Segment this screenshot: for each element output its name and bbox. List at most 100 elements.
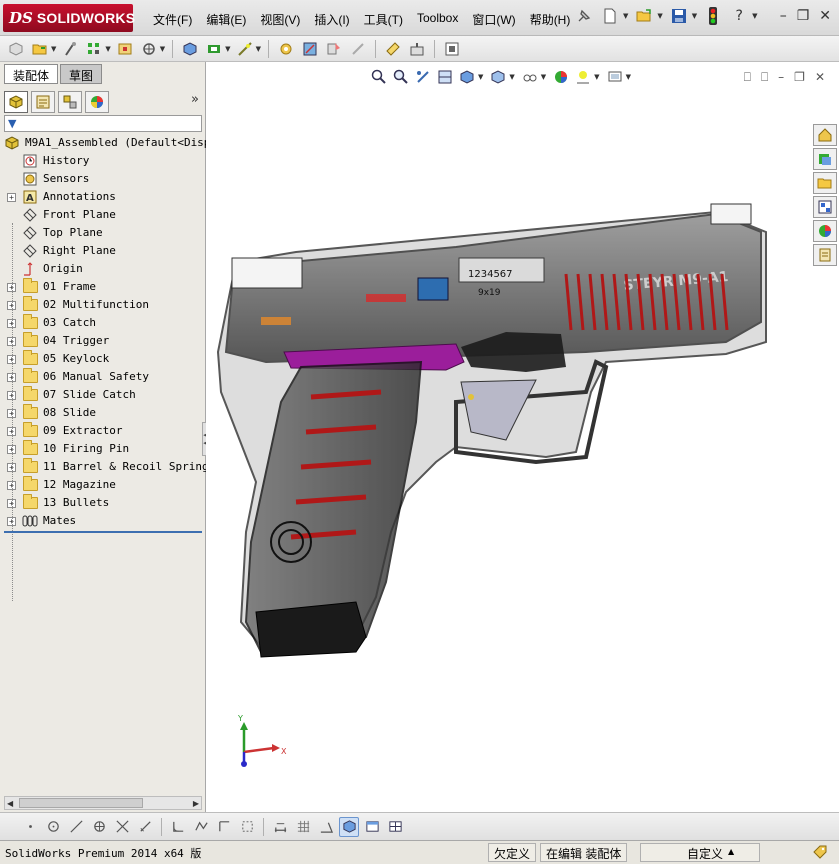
tree-item[interactable]: +07 Slide Catch (0, 386, 206, 404)
exploded-view-icon[interactable] (300, 39, 320, 59)
tree-item[interactable]: History (0, 152, 206, 170)
file-explorer-icon[interactable] (813, 172, 837, 194)
chevron-right-double-icon[interactable]: » (191, 92, 199, 107)
zoom-to-fit-icon[interactable] (370, 68, 388, 86)
tree-item[interactable]: Origin (0, 260, 206, 278)
line-icon[interactable] (66, 817, 86, 837)
menu-file[interactable]: 文件(F) (146, 9, 199, 30)
chevron-down-icon[interactable]: ▼ (594, 73, 599, 81)
chevron-down-icon[interactable]: ▼ (160, 45, 165, 53)
viewport-close-icon[interactable]: ✕ (815, 70, 825, 85)
tree-item[interactable]: +02 Multifunction (0, 296, 206, 314)
expand-icon[interactable]: + (7, 193, 16, 202)
chevron-down-icon[interactable]: ▼ (626, 73, 631, 81)
tree-item[interactable]: +11 Barrel & Recoil Spring (0, 458, 209, 476)
chevron-down-icon[interactable]: ▼ (51, 45, 56, 53)
smart-dimension-icon[interactable] (191, 817, 211, 837)
chevron-down-icon[interactable]: ▼ (752, 12, 757, 20)
interference-detection-icon[interactable] (324, 39, 344, 59)
menu-insert[interactable]: 插入(I) (307, 9, 356, 30)
previous-view-icon[interactable] (414, 68, 432, 86)
chevron-down-icon[interactable]: ▼ (541, 73, 546, 81)
instant3d-icon[interactable] (442, 39, 462, 59)
tree-item[interactable]: +09 Extractor (0, 422, 206, 440)
tree-root-assembly[interactable]: M9A1_Assembled (Default<Displ (0, 134, 217, 152)
tree-item[interactable]: Right Plane (0, 242, 206, 260)
section-view-icon[interactable] (436, 68, 454, 86)
tree-item[interactable]: +10 Firing Pin (0, 440, 206, 458)
tab-sketch[interactable]: 草图 (60, 64, 103, 84)
design-library-icon[interactable] (813, 148, 837, 170)
open-folder-icon[interactable] (634, 6, 654, 26)
assembly-features-icon[interactable] (204, 39, 224, 59)
hide-show-components-icon[interactable] (180, 39, 200, 59)
centerline-icon[interactable] (135, 817, 155, 837)
edit-appearance-icon[interactable] (552, 68, 570, 86)
angle-icon[interactable] (316, 817, 336, 837)
menu-view[interactable]: 视图(V) (253, 9, 307, 30)
restore-icon[interactable]: ❐ (797, 8, 810, 24)
two-view-icon[interactable] (385, 817, 405, 837)
circle-icon[interactable] (43, 817, 63, 837)
configuration-manager-tab[interactable] (58, 91, 82, 113)
view-palette-icon[interactable] (813, 196, 837, 218)
chevron-down-icon[interactable]: ▼ (225, 45, 230, 53)
solidworks-resources-icon[interactable] (813, 124, 837, 146)
hide-show-items-icon[interactable] (521, 68, 539, 86)
shaded-view-icon[interactable] (339, 816, 359, 837)
tree-item[interactable]: +04 Trigger (0, 332, 206, 350)
sketch-fillet-icon[interactable] (168, 817, 188, 837)
mass-properties-icon[interactable] (407, 39, 427, 59)
menu-tools[interactable]: 工具(T) (357, 9, 410, 30)
scroll-left-icon[interactable]: ◀ (5, 799, 15, 808)
display-manager-tab[interactable] (85, 91, 109, 113)
mate-icon[interactable] (60, 39, 80, 59)
chevron-down-icon[interactable]: ▼ (105, 45, 110, 53)
tree-item[interactable]: Sensors (0, 170, 206, 188)
tree-item[interactable]: +08 Slide (0, 404, 206, 422)
help-icon[interactable]: ? (729, 6, 749, 26)
trim-icon[interactable] (112, 817, 132, 837)
tree-rollback-bar[interactable] (4, 531, 202, 533)
scrollbar-thumb[interactable] (19, 798, 143, 808)
graphics-area[interactable]: 1234567 9x19 STEYR M9-A1 ▼ ▼ ▼ ▼ ▼ ⎕ ⎕ –… (206, 62, 839, 812)
save-icon[interactable] (669, 6, 689, 26)
dimension-icon[interactable] (270, 817, 290, 837)
tree-item[interactable]: +05 Keylock (0, 350, 206, 368)
pistol-model[interactable]: 1234567 9x19 STEYR M9-A1 (206, 62, 839, 812)
menu-edit[interactable]: 编辑(E) (199, 9, 253, 30)
view-orientation-icon[interactable] (458, 68, 476, 86)
move-component-icon[interactable] (139, 39, 159, 59)
grid-snap-icon[interactable] (237, 817, 257, 837)
filter-icon[interactable]: ▼ (8, 117, 16, 130)
grid-icon[interactable] (293, 817, 313, 837)
new-document-icon[interactable] (600, 6, 620, 26)
horizontal-scrollbar[interactable]: ◀ ▶ (4, 796, 202, 810)
tree-item[interactable]: +13 Bullets (0, 494, 206, 512)
chevron-down-icon[interactable]: ▼ (692, 12, 697, 20)
tree-item[interactable]: +06 Manual Safety (0, 368, 206, 386)
single-view-icon[interactable] (362, 817, 382, 837)
zoom-to-area-icon[interactable] (392, 68, 410, 86)
assembly-component-icon[interactable] (6, 39, 26, 59)
viewport-minimize-icon[interactable]: – (778, 70, 784, 85)
pin-icon[interactable] (574, 6, 594, 26)
reference-geometry-icon[interactable] (235, 39, 255, 59)
tree-item[interactable]: + A Annotations (0, 188, 206, 206)
bill-of-materials-icon[interactable] (276, 39, 296, 59)
traffic-light-icon[interactable] (703, 6, 723, 26)
insert-component-icon[interactable] (30, 39, 50, 59)
tree-item[interactable]: Front Plane (0, 206, 206, 224)
chevron-down-icon[interactable]: ▼ (623, 12, 628, 20)
apply-scene-icon[interactable] (574, 68, 592, 86)
tab-assembly[interactable]: 装配体 (4, 64, 59, 84)
viewport-restore-icon[interactable]: ❐ (794, 70, 805, 85)
menu-help[interactable]: 帮助(H) (523, 9, 578, 30)
tree-item[interactable]: +01 Frame (0, 278, 206, 296)
point-icon[interactable] (20, 817, 40, 837)
measure-icon[interactable] (383, 39, 403, 59)
chevron-down-icon[interactable]: ▼ (657, 12, 662, 20)
display-style-icon[interactable] (489, 68, 507, 86)
solidworks-logo[interactable]: DS SOLIDWORKS (3, 4, 135, 32)
appearances-icon[interactable] (813, 220, 837, 242)
